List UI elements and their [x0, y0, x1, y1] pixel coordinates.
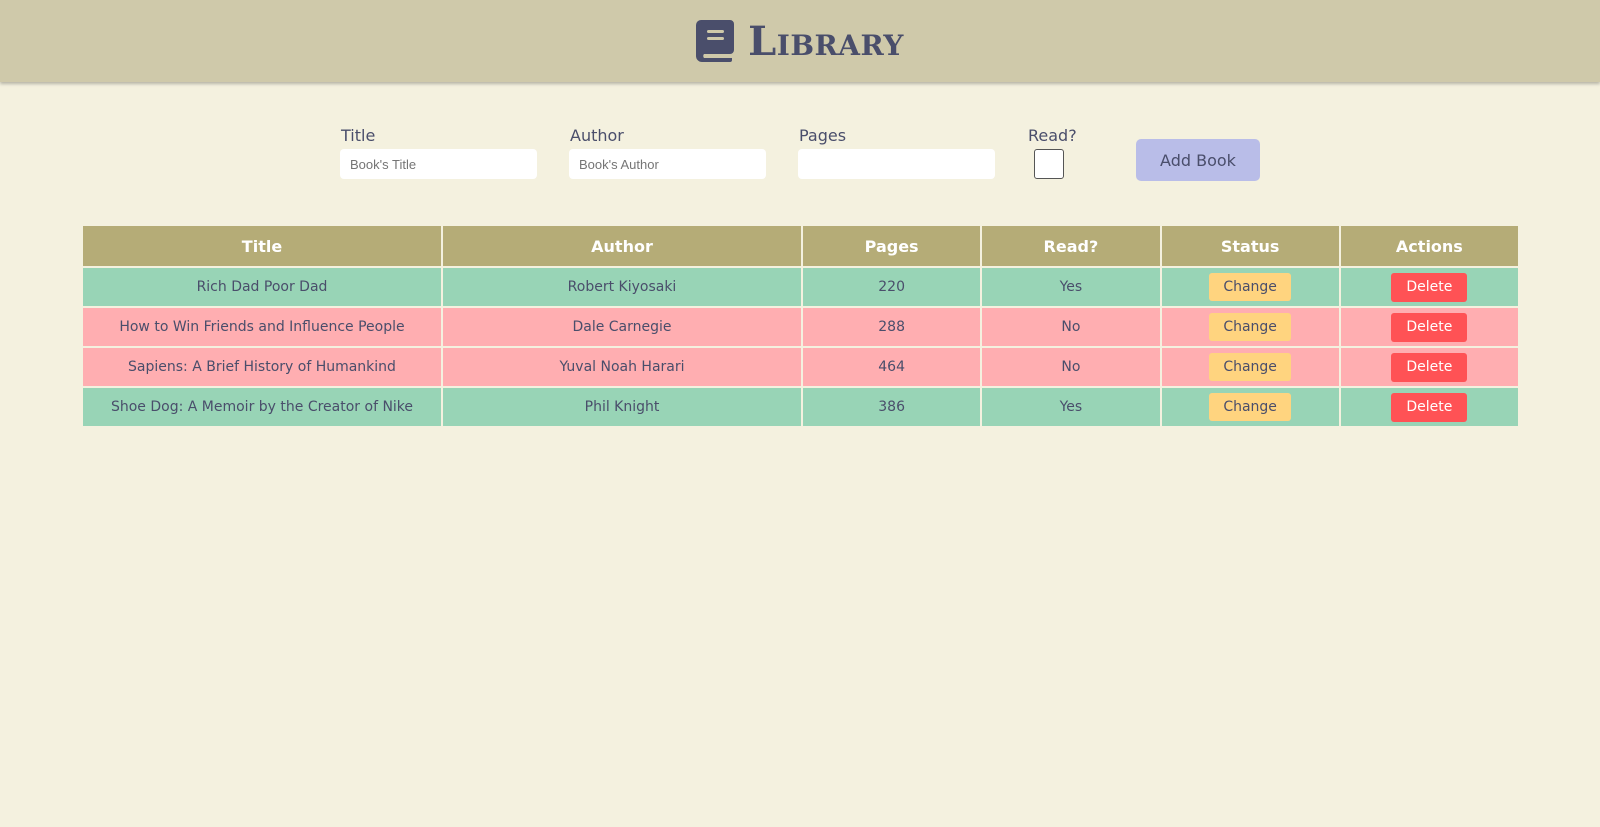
column-header-read: Read?: [980, 224, 1162, 268]
author-input[interactable]: [569, 149, 766, 179]
column-header-status: Status: [1159, 224, 1341, 268]
cell-title: Shoe Dog: A Memoir by the Creator of Nik…: [81, 386, 443, 428]
cell-status: Change: [1159, 266, 1341, 308]
change-status-button[interactable]: Change: [1209, 393, 1292, 421]
cell-actions: Delete: [1338, 306, 1521, 348]
cell-read: No: [980, 346, 1162, 388]
cell-title: Sapiens: A Brief History of Humankind: [81, 346, 443, 388]
add-book-form: Title Author Pages Read? Add Book: [0, 126, 1600, 222]
change-status-button[interactable]: Change: [1209, 313, 1292, 341]
cell-read: Yes: [980, 386, 1162, 428]
cell-actions: Delete: [1338, 346, 1521, 388]
title-field-group: Title: [340, 126, 537, 179]
column-header-pages: Pages: [800, 224, 983, 268]
title-label: Title: [341, 126, 376, 145]
delete-book-button[interactable]: Delete: [1391, 312, 1468, 342]
pages-input[interactable]: [798, 149, 995, 179]
cell-pages: 464: [800, 346, 983, 388]
read-field-group: Read?: [1027, 126, 1077, 179]
title-input[interactable]: [340, 149, 537, 179]
cell-status: Change: [1159, 386, 1341, 428]
cell-author: Phil Knight: [441, 386, 803, 428]
cell-title: How to Win Friends and Influence People: [81, 306, 443, 348]
pages-field-group: Pages: [798, 126, 995, 179]
delete-book-button[interactable]: Delete: [1391, 392, 1468, 422]
cell-title: Rich Dad Poor Dad: [81, 266, 443, 308]
book-icon: [696, 20, 735, 62]
cell-actions: Delete: [1338, 266, 1521, 308]
table-row: Rich Dad Poor Dad Robert Kiyosaki 220 Ye…: [81, 266, 1521, 308]
read-checkbox[interactable]: [1034, 149, 1064, 179]
column-header-actions: Actions: [1338, 224, 1521, 268]
cell-read: Yes: [980, 266, 1162, 308]
cell-pages: 288: [800, 306, 983, 348]
cell-actions: Delete: [1338, 386, 1521, 428]
cell-author: Robert Kiyosaki: [441, 266, 803, 308]
cell-author: Yuval Noah Harari: [441, 346, 803, 388]
app-title: Library: [748, 17, 904, 65]
app-header: Library: [0, 0, 1600, 82]
author-label: Author: [570, 126, 624, 145]
cell-author: Dale Carnegie: [441, 306, 803, 348]
cell-status: Change: [1159, 306, 1341, 348]
change-status-button[interactable]: Change: [1209, 273, 1292, 301]
change-status-button[interactable]: Change: [1209, 353, 1292, 381]
cell-status: Change: [1159, 346, 1341, 388]
cell-pages: 386: [800, 386, 983, 428]
table-row: Shoe Dog: A Memoir by the Creator of Nik…: [81, 386, 1521, 428]
pages-label: Pages: [799, 126, 847, 145]
cell-read: No: [980, 306, 1162, 348]
column-header-author: Author: [441, 224, 803, 268]
table-header-row: Title Author Pages Read? Status Actions: [81, 224, 1521, 268]
delete-book-button[interactable]: Delete: [1391, 352, 1468, 382]
delete-book-button[interactable]: Delete: [1391, 272, 1468, 302]
table-row: How to Win Friends and Influence People …: [81, 306, 1521, 348]
table-row: Sapiens: A Brief History of Humankind Yu…: [81, 346, 1521, 388]
cell-pages: 220: [800, 266, 983, 308]
read-label: Read?: [1028, 126, 1077, 145]
column-header-title: Title: [81, 224, 443, 268]
books-table: Title Author Pages Read? Status Actions …: [81, 224, 1521, 428]
add-book-button[interactable]: Add Book: [1136, 139, 1260, 181]
author-field-group: Author: [569, 126, 766, 179]
